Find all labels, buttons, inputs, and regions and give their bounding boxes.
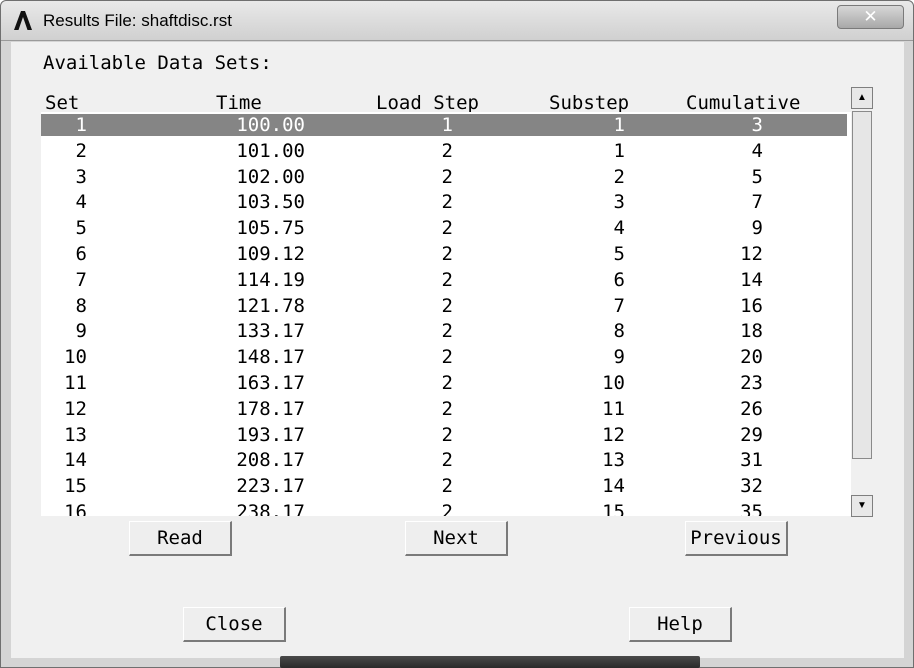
cell-cumulative: 31 — [740, 449, 763, 472]
cell-cumulative: 9 — [751, 217, 763, 240]
cell-cumulative: 18 — [740, 320, 763, 343]
table-row[interactable]: 9 133.17 2 8 18 — [41, 320, 847, 342]
cell-cumulative: 14 — [740, 268, 763, 291]
scroll-down-button[interactable]: ▼ — [851, 495, 873, 517]
close-icon: ✕ — [863, 7, 878, 27]
cell-cumulative: 20 — [740, 346, 763, 369]
table-row[interactable]: 12 178.17 2 11 26 — [41, 398, 847, 420]
column-header-cumulative: Cumulative — [686, 92, 801, 114]
cell-cumulative: 26 — [740, 397, 763, 420]
cell-cumulative: 16 — [740, 294, 763, 317]
cell-cumulative: 29 — [740, 423, 763, 446]
cell-cumulative: 12 — [740, 243, 763, 265]
scrollbar-thumb[interactable] — [852, 111, 872, 459]
help-button[interactable]: Help — [629, 607, 732, 642]
scroll-up-button[interactable]: ▲ — [851, 87, 873, 109]
data-sets-list[interactable]: 1 100.00 1 1 3 2 101.00 2 1 4 3 102.00 2 2 5 4 103.50 2 3 7… — [41, 112, 851, 516]
cell-cumulative: 4 — [751, 139, 763, 162]
table-row[interactable]: 10 148.17 2 9 20 — [41, 346, 847, 368]
column-header-load-step: Load Step — [376, 92, 479, 114]
table-row[interactable]: 11 163.17 2 10 23 — [41, 372, 847, 394]
ansys-logo-icon — [14, 11, 32, 30]
table-row[interactable]: 4 103.50 2 3 7 — [41, 191, 847, 213]
table-row[interactable]: 2 101.00 2 1 4 — [41, 140, 847, 162]
column-header-substep: Substep — [549, 92, 630, 114]
table-row[interactable]: 15 223.17 2 14 32 — [41, 475, 847, 497]
available-data-sets-label: Available Data Sets: — [43, 52, 272, 74]
read-button[interactable]: Read — [129, 521, 232, 556]
cell-cumulative: 23 — [740, 372, 763, 394]
taskbar-edge — [280, 656, 700, 668]
table-row[interactable]: 6 109.12 2 5 12 — [41, 243, 847, 265]
arrow-down-icon: ▼ — [857, 500, 867, 511]
table-row[interactable]: 14 208.17 2 13 31 — [41, 449, 847, 471]
cell-cumulative: 32 — [740, 475, 763, 498]
table-row[interactable]: 13 193.17 2 12 29 — [41, 424, 847, 446]
list-scrollbar[interactable]: ▲ ▼ — [851, 87, 873, 517]
previous-button[interactable]: Previous — [685, 521, 788, 556]
table-row[interactable]: 5 105.75 2 4 9 — [41, 217, 847, 239]
cell-cumulative: 3 — [751, 114, 763, 136]
next-button[interactable]: Next — [405, 521, 508, 556]
cell-cumulative: 35 — [740, 501, 763, 516]
cell-cumulative: 5 — [751, 165, 763, 188]
results-file-dialog: Results File: shaftdisc.rst ✕ Available … — [0, 0, 914, 668]
table-row[interactable]: 1 100.00 1 1 3 — [41, 114, 847, 136]
table-row[interactable]: 16 238.17 2 15 35 — [41, 501, 847, 516]
cell-cumulative: 7 — [751, 191, 763, 214]
table-row[interactable]: 8 121.78 2 7 16 — [41, 295, 847, 317]
close-button[interactable]: Close — [183, 607, 286, 642]
table-row[interactable]: 3 102.00 2 2 5 — [41, 166, 847, 188]
title-bar[interactable]: Results File: shaftdisc.rst ✕ — [1, 1, 913, 41]
column-header-set: Set — [45, 92, 80, 114]
window-title: Results File: shaftdisc.rst — [43, 11, 232, 30]
table-row[interactable]: 7 114.19 2 6 14 — [41, 269, 847, 291]
arrow-up-icon: ▲ — [857, 92, 867, 103]
dialog-body: Available Data Sets: Set Time Load Step … — [11, 42, 904, 658]
window-close-button[interactable]: ✕ — [837, 5, 904, 29]
column-header-time: Time — [216, 92, 262, 114]
